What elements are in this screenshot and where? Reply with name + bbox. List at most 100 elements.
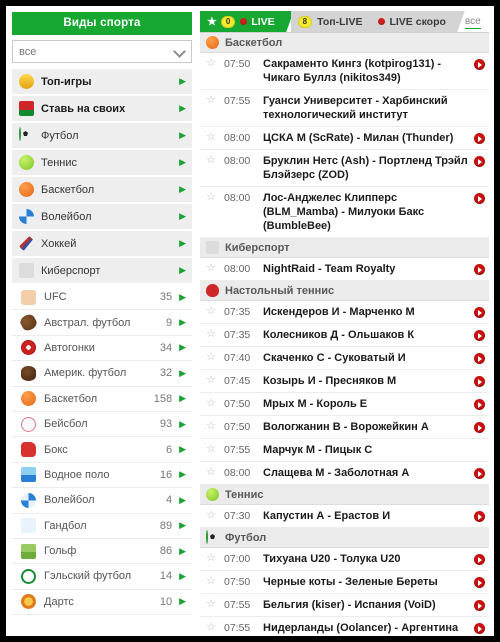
event-name[interactable]: NightRaid - Team Royalty: [263, 262, 474, 276]
favorite-star-icon[interactable]: ☆: [206, 263, 219, 276]
play-stream-icon[interactable]: [474, 577, 485, 588]
play-stream-icon[interactable]: [474, 353, 485, 364]
favorite-star-icon[interactable]: ☆: [206, 192, 219, 205]
favorite-star-icon[interactable]: ☆: [206, 398, 219, 411]
event-row[interactable]: ☆ 07:30 Капустин А - Ерастов И: [200, 505, 489, 528]
event-row[interactable]: ☆ 08:00 NightRaid - Team Royalty: [200, 258, 489, 281]
play-stream-icon[interactable]: [474, 59, 485, 70]
play-stream-icon[interactable]: [474, 156, 485, 167]
play-stream-icon[interactable]: [474, 193, 485, 204]
play-stream-icon[interactable]: [474, 133, 485, 144]
event-name[interactable]: Капустин А - Ерастов И: [263, 509, 474, 523]
play-stream-icon[interactable]: [474, 307, 485, 318]
event-row[interactable]: ☆ 08:00 ЦСКА М (ScRate) - Милан (Thunder): [200, 127, 489, 150]
event-name[interactable]: Искендеров И - Марченко М: [263, 305, 474, 319]
event-name[interactable]: Козырь И - Пресняков М: [263, 374, 474, 388]
event-row[interactable]: ☆ 08:00 Лос-Анджелес Клипперс (BLM_Mamba) …: [200, 187, 489, 238]
event-row[interactable]: ☆ 07:00 Тихуана U20 - Толука U20: [200, 548, 489, 571]
play-stream-icon[interactable]: [474, 600, 485, 611]
event-name[interactable]: Бельгия (kiser) - Испания (VoiD): [263, 598, 474, 612]
event-row[interactable]: ☆ 07:35 Колесников Д - Ольшаков К: [200, 324, 489, 347]
favorite-star-icon[interactable]: ☆: [206, 352, 219, 365]
sport-list-item[interactable]: Волейбол 4 ▶: [12, 488, 192, 514]
event-name[interactable]: Тихуана U20 - Толука U20: [263, 552, 474, 566]
section-header[interactable]: Киберспорт: [200, 238, 489, 258]
event-name[interactable]: Скаченко С - Суковатый И: [263, 351, 474, 365]
sport-list-item[interactable]: Бокс 6 ▶: [12, 437, 192, 463]
favorite-star-icon[interactable]: ☆: [206, 306, 219, 319]
section-header[interactable]: Настольный теннис: [200, 281, 489, 301]
sidebar-item-5[interactable]: Баскетбол ▶: [12, 177, 192, 202]
event-name[interactable]: Слащева М - Заболотная А: [263, 466, 474, 480]
play-stream-icon[interactable]: [474, 422, 485, 433]
favorite-star-icon[interactable]: ☆: [206, 444, 219, 457]
play-stream-icon[interactable]: [474, 468, 485, 479]
event-row[interactable]: ☆ 07:45 Козырь И - Пресняков М: [200, 370, 489, 393]
sidebar-item-2[interactable]: Ставь на своих ▶: [12, 96, 192, 121]
event-name[interactable]: Сакраменто Кингз (kotpirog131) - Чикаго …: [263, 57, 474, 85]
sport-list-item[interactable]: Австрал. футбол 9 ▶: [12, 310, 192, 336]
event-name[interactable]: Марчук М - Пицык С: [263, 443, 474, 457]
tab-live[interactable]: ★ 0 LIVE: [200, 11, 294, 32]
favorite-star-icon[interactable]: ☆: [206, 553, 219, 566]
play-stream-icon[interactable]: [474, 330, 485, 341]
event-name[interactable]: ЦСКА М (ScRate) - Милан (Thunder): [263, 131, 474, 145]
sport-list-item[interactable]: Водное поло 16 ▶: [12, 462, 192, 489]
sport-list-item[interactable]: Баскетбол 158 ▶: [12, 386, 192, 412]
favorite-star-icon[interactable]: ☆: [206, 132, 219, 145]
section-header[interactable]: Теннис: [200, 485, 489, 505]
event-row[interactable]: ☆ 07:55 Бельгия (kiser) - Испания (VoiD): [200, 594, 489, 617]
favorite-star-icon[interactable]: ☆: [206, 375, 219, 388]
sidebar-item-7[interactable]: Хоккей ▶: [12, 231, 192, 256]
sport-filter-select[interactable]: все: [12, 40, 192, 63]
sidebar-item-3[interactable]: Футбол ▶: [12, 123, 192, 148]
sport-list-item[interactable]: UFC 35 ▶: [12, 285, 192, 311]
event-name[interactable]: Мрых М - Король Е: [263, 397, 474, 411]
favorite-star-icon[interactable]: ☆: [206, 421, 219, 434]
sport-list-item[interactable]: Автогонки 34 ▶: [12, 335, 192, 362]
event-row[interactable]: ☆ 07:35 Искендеров И - Марченко М: [200, 301, 489, 324]
event-name[interactable]: Колесников Д - Ольшаков К: [263, 328, 474, 342]
event-row[interactable]: ☆ 07:50 Черные коты - Зеленые Береты: [200, 571, 489, 594]
sport-list-item[interactable]: Гандбол 89 ▶: [12, 513, 192, 539]
play-stream-icon[interactable]: [474, 623, 485, 634]
play-stream-icon[interactable]: [474, 511, 485, 522]
sidebar-item-8[interactable]: Киберспорт ▶: [12, 258, 192, 283]
favorite-star-icon[interactable]: ☆: [206, 95, 219, 108]
sidebar-item-1[interactable]: Топ-игры ▶: [12, 69, 192, 94]
favorite-star-icon[interactable]: ☆: [206, 329, 219, 342]
event-row[interactable]: ☆ 07:50 Мрых М - Король Е: [200, 393, 489, 416]
event-row[interactable]: ☆ 07:50 Вологжанин В - Ворожейкин А: [200, 416, 489, 439]
event-name[interactable]: Лос-Анджелес Клипперс (BLM_Mamba) - Милу…: [263, 191, 474, 233]
section-header[interactable]: Баскетбол: [200, 33, 489, 53]
event-row[interactable]: ☆ 07:55 Нидерланды (Oolancer) - Аргентина …: [200, 617, 489, 636]
favorite-star-icon[interactable]: ☆: [206, 58, 219, 71]
tab-top-live[interactable]: 8 Топ-LIVE: [290, 11, 372, 32]
event-row[interactable]: ☆ 07:55 Марчук М - Пицык С: [200, 439, 489, 462]
play-stream-icon[interactable]: [474, 264, 485, 275]
sidebar-item-6[interactable]: Волейбол ▶: [12, 204, 192, 229]
favorite-star-icon[interactable]: ☆: [206, 510, 219, 523]
play-stream-icon[interactable]: [474, 399, 485, 410]
event-name[interactable]: Вологжанин В - Ворожейкин А: [263, 420, 474, 434]
favorite-star-icon[interactable]: ☆: [206, 622, 219, 635]
event-row[interactable]: ☆ 08:00 Бруклин Нетс (Ash) - Портленд Трэй…: [200, 150, 489, 187]
sport-list-item[interactable]: Америк. футбол 32 ▶: [12, 361, 192, 387]
sport-list-item[interactable]: Гэльский футбол 14 ▶: [12, 564, 192, 590]
favorite-star-icon[interactable]: ☆: [206, 155, 219, 168]
show-all-link[interactable]: все: [464, 16, 481, 29]
favorite-star-icon[interactable]: ☆: [206, 576, 219, 589]
event-name[interactable]: Нидерланды (Oolancer) - Аргентина (stdm): [263, 621, 474, 636]
event-name[interactable]: Бруклин Нетс (Ash) - Портленд Трэйл Блэй…: [263, 154, 474, 182]
favorite-star-icon[interactable]: ☆: [206, 467, 219, 480]
play-stream-icon[interactable]: [474, 376, 485, 387]
event-row[interactable]: ☆ 07:50 Сакраменто Кингз (kotpirog131) - Ч…: [200, 53, 489, 90]
sport-list-item[interactable]: Гольф 86 ▶: [12, 538, 192, 565]
event-name[interactable]: Гуанси Университет - Харбинский технолог…: [263, 94, 474, 122]
section-header[interactable]: Футбол: [200, 528, 489, 548]
tab-live-soon[interactable]: LIVE скоро: [371, 11, 465, 32]
event-row[interactable]: ☆ 07:40 Скаченко С - Суковатый И: [200, 347, 489, 370]
sport-list-item[interactable]: Дартс 10 ▶: [12, 589, 192, 616]
event-name[interactable]: Черные коты - Зеленые Береты: [263, 575, 474, 589]
event-row[interactable]: ☆ 07:55 Гуанси Университет - Харбинский те…: [200, 90, 489, 127]
